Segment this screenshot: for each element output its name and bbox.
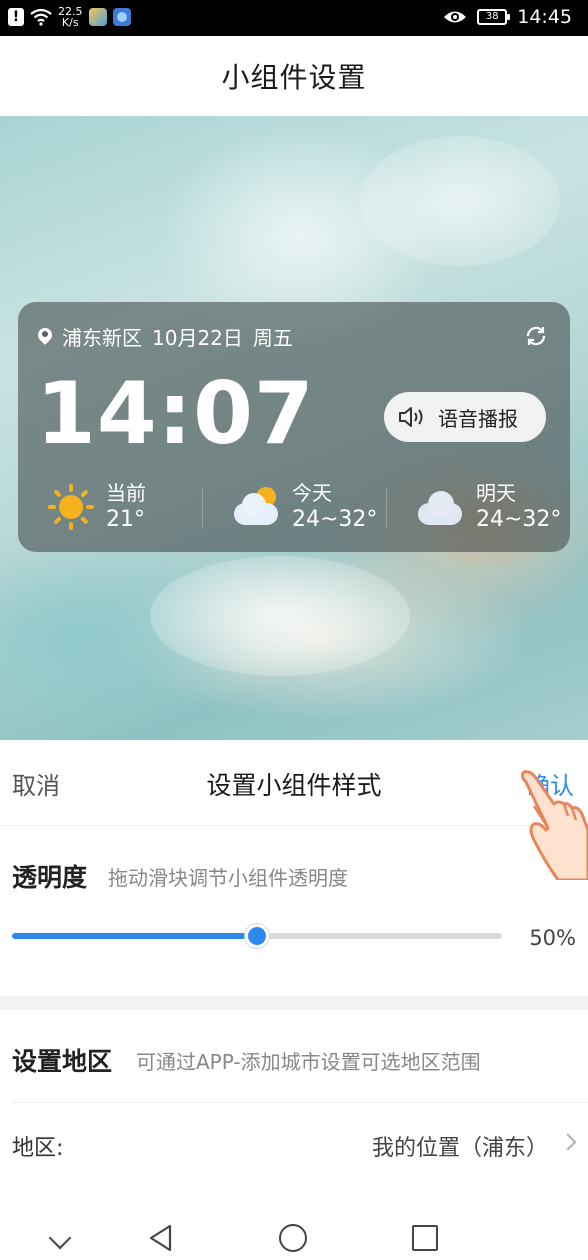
wallpaper-glitter-top (360, 136, 560, 266)
slider-fill (12, 933, 257, 939)
area-value: 我的位置（浦东） (371, 1136, 548, 1161)
voice-broadcast-button[interactable]: 语音播报 (384, 392, 546, 442)
clock-weather-widget[interactable]: 浦东新区 10月22日 周五 14:07 语音播报 当前 21° 今天 24~3… (18, 302, 570, 552)
title-bar: 小组件设置 (0, 36, 588, 116)
widget-location: 浦东新区 (62, 326, 142, 350)
slider-knob[interactable] (245, 924, 269, 948)
recent-apps-icon[interactable] (412, 1225, 438, 1251)
opacity-label: 透明度 (12, 863, 88, 892)
page-title: 小组件设置 (221, 61, 367, 94)
widget-weekday: 周五 (252, 326, 293, 350)
status-bar-right: 38 14:45 (443, 4, 572, 30)
weather-row: 当前 21° 今天 24~32° 明天 24~32° (18, 474, 570, 540)
area-label: 地区: (12, 1136, 64, 1161)
voice-broadcast-label: 语音播报 (438, 406, 518, 431)
battery-icon: 38 (477, 9, 511, 25)
weather-tomorrow-temp: 24~32° (476, 507, 562, 532)
weather-tomorrow-label: 明天 (476, 481, 516, 505)
alert-icon: ! (8, 8, 24, 26)
browser-app-icon (112, 8, 131, 26)
status-time: 14:45 (517, 6, 572, 28)
opacity-slider[interactable] (12, 924, 502, 948)
weather-today-temp: 24~32° (292, 507, 378, 532)
hide-nav-icon[interactable] (48, 1226, 72, 1250)
sun-cloud-icon (232, 487, 280, 527)
weather-today-label: 今天 (292, 481, 332, 505)
wifi-icon (30, 8, 52, 26)
weather-current-temp: 21° (106, 507, 145, 532)
pointing-hand-icon (520, 770, 588, 880)
weather-current-label: 当前 (106, 481, 146, 505)
system-nav-bar (0, 1216, 588, 1260)
chevron-right-icon (559, 1133, 577, 1151)
sun-icon (48, 484, 94, 530)
speaker-icon (399, 407, 423, 427)
region-label: 设置地区 (12, 1047, 113, 1076)
widget-date: 10月22日 (152, 326, 243, 350)
network-speed: 22.5 K/s (58, 6, 83, 28)
opacity-hint: 拖动滑块调节小组件透明度 (108, 866, 348, 890)
area-select-row[interactable]: 地区: 我的位置（浦东） (0, 1104, 588, 1182)
weather-today: 今天 24~32° (202, 474, 386, 540)
cloud-icon (416, 487, 464, 527)
wallpaper-glitter (150, 556, 410, 676)
network-speed-unit: K/s (61, 16, 79, 29)
weather-tomorrow: 明天 24~32° (386, 474, 570, 540)
row-divider (12, 1102, 588, 1103)
status-bar-left: ! 22.5 K/s (8, 3, 131, 31)
status-bar: ! 22.5 K/s 38 14:45 (0, 0, 588, 36)
opacity-percent: 50% (529, 926, 576, 950)
weather-current: 当前 21° (18, 474, 202, 540)
section-divider (0, 996, 588, 1010)
widget-preview: 浦东新区 10月22日 周五 14:07 语音播报 当前 21° 今天 24~3… (0, 116, 588, 740)
cancel-button[interactable]: 取消 (12, 766, 60, 801)
widget-location-row: 浦东新区 10月22日 周五 (38, 322, 293, 351)
widget-settings-page: ! 22.5 K/s 38 14:45 小组件设置 浦东新区 10月22日 周五… (0, 0, 588, 1260)
panel-header: 设置小组件样式 取消 确认 (0, 740, 588, 826)
eye-icon (444, 11, 467, 23)
gallery-app-icon (88, 8, 107, 26)
refresh-icon[interactable] (524, 324, 548, 348)
home-icon[interactable] (279, 1224, 307, 1252)
back-icon[interactable] (148, 1224, 174, 1252)
region-hint: 可通过APP-添加城市设置可选地区范围 (136, 1050, 481, 1074)
widget-clock: 14:07 (36, 364, 315, 464)
style-settings-panel: 设置小组件样式 取消 确认 透明度 拖动滑块调节小组件透明度 50% 设置地区 … (0, 740, 588, 1260)
panel-title: 设置小组件样式 (206, 771, 382, 800)
location-pin-icon (38, 328, 52, 346)
